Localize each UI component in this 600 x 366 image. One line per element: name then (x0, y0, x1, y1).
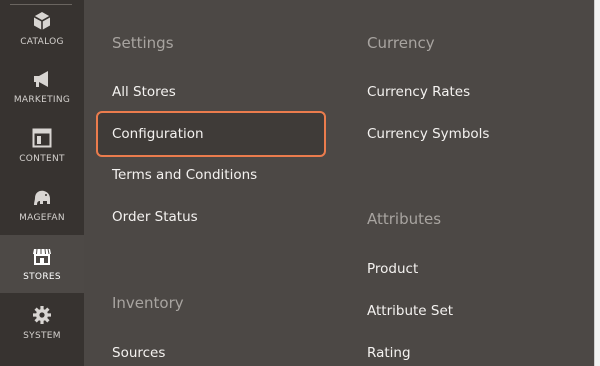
layout-icon (32, 128, 52, 148)
admin-sidebar-nav: CATALOG MARKETING CONTENT MAGEFAN STORES… (0, 0, 84, 366)
nav-item-label: MAGEFAN (19, 213, 65, 223)
menu-link-rating[interactable]: Rating (367, 345, 411, 361)
nav-item-system[interactable]: SYSTEM (0, 294, 84, 352)
menu-link-product[interactable]: Product (367, 261, 418, 277)
menu-link-currency-symbols[interactable]: Currency Symbols (367, 126, 489, 142)
menu-link-sources[interactable]: Sources (112, 345, 165, 361)
panel-edge-line (594, 0, 595, 366)
menu-link-order-status[interactable]: Order Status (112, 209, 198, 225)
menu-link-terms-and-conditions[interactable]: Terms and Conditions (112, 167, 257, 183)
nav-item-marketing[interactable]: MARKETING (0, 58, 84, 116)
group-title-attributes: Attributes (367, 210, 442, 228)
group-title-settings: Settings (112, 34, 174, 52)
nav-item-label: SYSTEM (23, 331, 61, 341)
menu-link-attribute-set[interactable]: Attribute Set (367, 303, 453, 319)
nav-item-magefan[interactable]: MAGEFAN (0, 176, 84, 234)
nav-item-label: STORES (23, 272, 61, 282)
gear-icon (33, 306, 51, 324)
group-title-currency: Currency (367, 34, 435, 52)
nav-item-label: CATALOG (20, 37, 64, 47)
nav-item-stores[interactable]: STORES (0, 235, 84, 293)
menu-link-configuration[interactable]: Configuration (112, 126, 204, 142)
nav-item-content[interactable]: CONTENT (0, 117, 84, 175)
group-title-inventory: Inventory (112, 294, 184, 312)
nav-item-label: MARKETING (13, 95, 71, 105)
nav-item-label: CONTENT (19, 154, 65, 164)
megaphone-icon (34, 71, 48, 87)
nav-item-catalog[interactable]: CATALOG (0, 0, 84, 58)
store-icon (33, 248, 51, 265)
elephant-icon (34, 190, 50, 205)
cube-icon (33, 12, 51, 30)
menu-link-all-stores[interactable]: All Stores (112, 84, 176, 100)
menu-link-currency-rates[interactable]: Currency Rates (367, 84, 470, 100)
